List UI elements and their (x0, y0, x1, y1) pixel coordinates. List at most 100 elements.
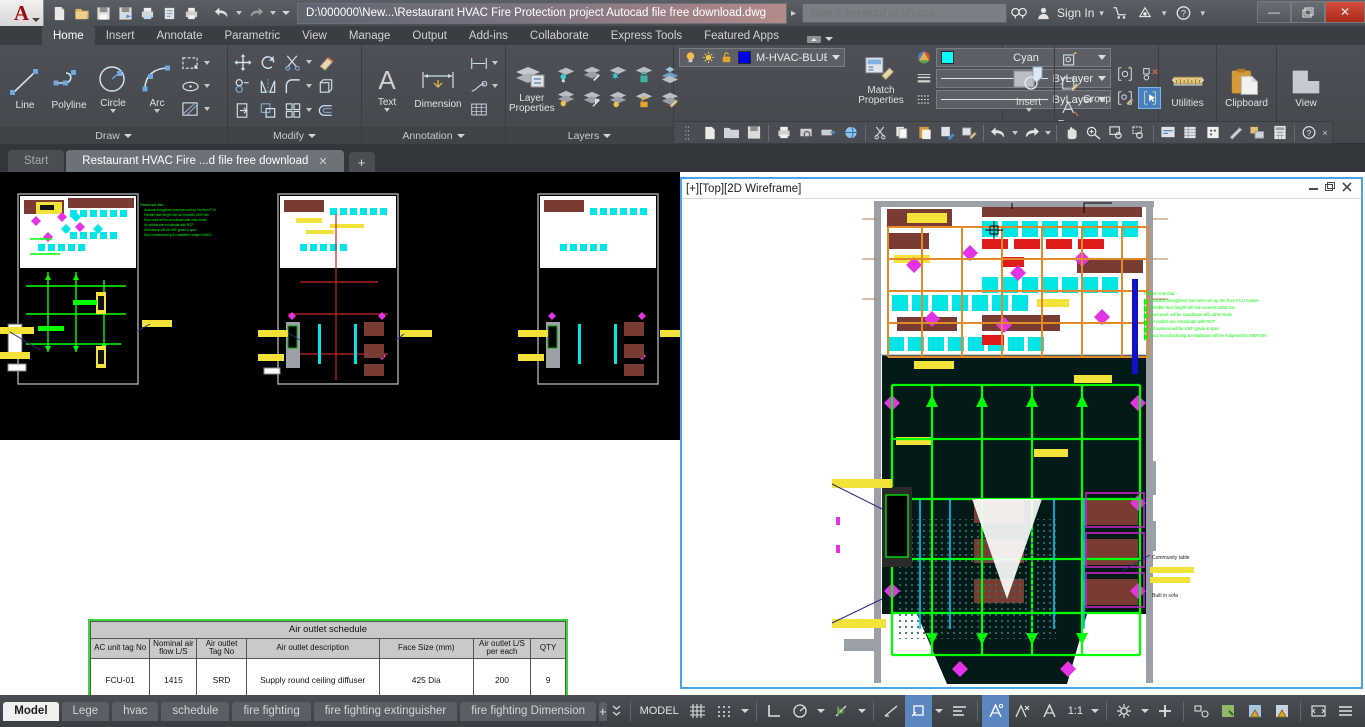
rectangle-dropdown-icon[interactable] (204, 61, 210, 65)
layout-tab-schedule[interactable]: schedule (161, 701, 230, 721)
viewport-window[interactable]: [+][Top][2D Wireframe] Community table B… (680, 177, 1363, 689)
redo-dropdown-icon[interactable] (1043, 123, 1054, 143)
document-dropdown-icon[interactable]: ▸ (791, 8, 796, 19)
undo-dropdown-icon[interactable] (233, 3, 244, 24)
layer-properties-button[interactable]: Layer Properties (509, 59, 555, 114)
close-icon[interactable]: ✕ (318, 155, 327, 168)
layer-thaw-sun-icon[interactable] (702, 51, 715, 64)
autodesk-app-icon[interactable] (1133, 2, 1157, 24)
grip-handle-icon[interactable] (676, 123, 698, 143)
dimension-button[interactable]: Dimension (409, 63, 467, 110)
layer-on-bulb-icon[interactable] (684, 51, 697, 64)
layer-control-combo[interactable]: M-HVAC-BLUE (679, 48, 845, 67)
panel-layers-expand-icon[interactable] (603, 133, 612, 138)
trim-icon[interactable] (281, 51, 304, 73)
layer-unlock-icon[interactable] (720, 51, 733, 64)
rectangle-icon[interactable] (179, 52, 202, 74)
layout-tab-hvac[interactable]: hvac (112, 701, 159, 721)
dimension-linear-icon[interactable] (467, 52, 490, 74)
hardware-acceleration-icon[interactable] (1215, 695, 1242, 727)
viewport-label[interactable]: [+][Top][2D Wireframe] (686, 183, 801, 195)
paste-icon[interactable] (913, 123, 935, 143)
move-icon[interactable] (231, 51, 254, 73)
save-icon[interactable] (93, 3, 114, 24)
3d-print-icon[interactable] (839, 123, 861, 143)
application-menu-button[interactable]: A (0, 0, 44, 26)
object-snap-icon[interactable] (828, 695, 855, 727)
text-button[interactable]: A Text (365, 61, 409, 112)
group-button[interactable]: Group (1081, 68, 1113, 105)
plot-icon[interactable] (137, 3, 158, 24)
units-warning-icon[interactable] (1269, 695, 1296, 727)
drawing-tab-start[interactable]: Start (8, 150, 65, 172)
autoscale-icon[interactable] (1009, 695, 1036, 727)
tool-palettes-icon[interactable] (1224, 123, 1246, 143)
undo-icon[interactable] (211, 3, 232, 24)
create-block-icon[interactable] (1058, 48, 1081, 70)
viewport-minimize-button[interactable] (1308, 183, 1319, 195)
ribbon-minimize-icon[interactable] (806, 33, 822, 45)
view-button[interactable]: View (1280, 64, 1332, 109)
arc-button[interactable]: Arc (135, 60, 179, 113)
drawing-tab-restaurant-hvac[interactable]: Restaurant HVAC Fire ...d file free down… (66, 150, 344, 172)
ribbon-minimize-dropdown-icon[interactable] (824, 37, 833, 41)
rotate-icon[interactable] (256, 51, 279, 73)
customization-icon[interactable] (1332, 695, 1359, 727)
publish-icon[interactable] (817, 123, 839, 143)
leader-dropdown-icon[interactable] (492, 84, 498, 88)
dynamic-ucs-icon[interactable] (904, 695, 932, 727)
help-icon[interactable]: ? (1298, 123, 1320, 143)
pan-icon[interactable] (1060, 123, 1082, 143)
viewport-close-button[interactable] (1342, 182, 1353, 195)
viewport-drawing-area[interactable]: Community table Built in sofa Please not… (682, 199, 1361, 687)
zoom-previous-icon[interactable] (1127, 123, 1149, 143)
close-button[interactable]: ✕ (1325, 1, 1365, 23)
redo-icon[interactable] (245, 3, 266, 24)
plot-icon[interactable] (772, 123, 794, 143)
customize-qat-icon[interactable] (279, 3, 293, 24)
copy-icon[interactable] (891, 123, 913, 143)
copy-icon[interactable] (231, 75, 254, 97)
hatch-icon[interactable] (179, 98, 202, 120)
calculator-icon[interactable] (1268, 123, 1290, 143)
sheet-set-manager-icon[interactable] (159, 3, 180, 24)
block-edit2-icon[interactable] (1113, 87, 1136, 109)
panel-draw-expand-icon[interactable] (123, 133, 132, 138)
print-icon[interactable] (181, 3, 202, 24)
help-icon[interactable]: ? (1171, 2, 1195, 24)
tab-featured-apps[interactable]: Featured Apps (693, 26, 790, 45)
snap-mode-icon[interactable] (711, 695, 738, 727)
fillet-icon[interactable] (281, 75, 304, 97)
tab-parametric[interactable]: Parametric (214, 26, 292, 45)
panel-annotation-title[interactable]: Annotation (362, 127, 505, 144)
tab-addins[interactable]: Add-ins (458, 26, 519, 45)
save-file-icon[interactable] (743, 123, 765, 143)
panel-modify-title[interactable]: Modify (228, 127, 361, 144)
add-layout-button[interactable]: + (598, 701, 607, 721)
tab-manage[interactable]: Manage (338, 26, 402, 45)
isolate-layer-icon[interactable] (581, 63, 604, 85)
layer-on-icon[interactable] (555, 88, 578, 110)
block-attribute-icon[interactable] (1058, 96, 1081, 118)
zoom-in-icon[interactable] (1083, 123, 1105, 143)
polar-tracking-icon[interactable] (787, 695, 814, 727)
restore-button[interactable] (1291, 1, 1325, 23)
panel-draw-title[interactable]: Draw (0, 127, 227, 144)
space-mode-toggle[interactable]: MODEL (635, 695, 684, 727)
panel-modify-expand-icon[interactable] (307, 133, 316, 138)
dynamic-ucs-dropdown-icon[interactable] (932, 695, 946, 727)
line-button[interactable]: Line (3, 62, 47, 111)
toolbar-overflow-icon[interactable]: × (1320, 123, 1330, 143)
viewport-restore-button[interactable] (1325, 182, 1336, 195)
model-space-left[interactable]: Please note that :- Acoustic lining(line… (0, 172, 680, 695)
annotation-scale-value[interactable]: 1:1 (1063, 695, 1088, 727)
paste-special-icon[interactable] (936, 123, 958, 143)
insert-dropdown-icon[interactable] (1025, 107, 1032, 112)
offset-icon[interactable] (314, 99, 337, 121)
block-define-icon[interactable] (1113, 63, 1136, 85)
block-select-icon[interactable] (1138, 87, 1161, 109)
sign-in-dropdown-icon[interactable]: ▾ (1099, 8, 1104, 19)
plot-preview-icon[interactable] (795, 123, 817, 143)
polyline-button[interactable]: Polyline (47, 62, 91, 111)
panel-annotation-expand-icon[interactable] (456, 133, 465, 138)
